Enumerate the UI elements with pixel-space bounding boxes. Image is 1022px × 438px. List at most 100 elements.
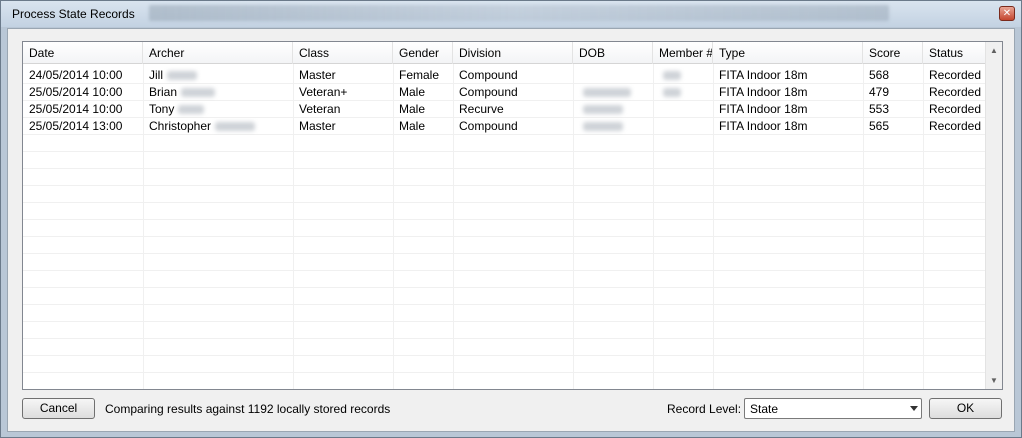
table-cell-division: Recurve (453, 101, 573, 118)
record-level-select[interactable]: State (744, 398, 922, 419)
table-cell-gender: Male (393, 84, 453, 101)
table-cell-division: Compound (453, 118, 573, 135)
table-header: Date Archer Class Gender Division DOB Member #… (23, 42, 987, 64)
column-header-division[interactable]: Division (453, 42, 573, 64)
record-level-value: State (750, 402, 779, 416)
table-cell-date: 24/05/2014 10:00 (23, 67, 143, 84)
column-header-member[interactable]: Member # (653, 42, 713, 64)
scroll-up-icon[interactable]: ▲ (986, 42, 1002, 59)
column-header-score[interactable]: Score (863, 42, 923, 64)
cell-archer: Christopher (149, 119, 212, 133)
redacted-dob (583, 122, 623, 132)
table-cell-status: Recorded (923, 67, 987, 84)
table-cell-type: FITA Indoor 18m (713, 101, 863, 118)
empty-row (23, 305, 987, 322)
table-cell-date: 25/05/2014 10:00 (23, 84, 143, 101)
table-cell-archer: Brian (143, 84, 293, 101)
table-cell-dob (573, 118, 653, 135)
cell-gender: Male (399, 119, 426, 133)
cell-status: Recorded (929, 85, 982, 99)
table-cell-archer: Christopher (143, 118, 293, 135)
column-header-status[interactable]: Status (923, 42, 987, 64)
cell-date: 25/05/2014 10:00 (29, 85, 123, 99)
table-cell-archer: Tony (143, 101, 293, 118)
table-cell-archer: Jill (143, 67, 293, 84)
table-row[interactable]: 25/05/2014 10:00 Tony Veteran Male Recurve FI… (23, 101, 987, 118)
empty-row (23, 288, 987, 305)
table-row[interactable]: 24/05/2014 10:00 Jill Master Female Compound… (23, 67, 987, 84)
table-cell-status: Recorded (923, 118, 987, 135)
table-cell-status: Recorded (923, 101, 987, 118)
process-state-records-window: Process State Records ✕ Date Archer Class G… (0, 0, 1022, 438)
table-cell-score: 553 (863, 101, 923, 118)
table-row[interactable]: 25/05/2014 10:00 Brian Veteran+ Male Compoun… (23, 84, 987, 101)
table-cell-date: 25/05/2014 13:00 (23, 118, 143, 135)
table-cell-member (653, 84, 713, 101)
table-cell-score: 568 (863, 67, 923, 84)
redacted-surname (178, 105, 205, 115)
column-header-class[interactable]: Class (293, 42, 393, 64)
table-cell-class: Veteran+ (293, 84, 393, 101)
records-table[interactable]: Date Archer Class Gender Division DOB Member #… (22, 41, 1003, 390)
cell-type: FITA Indoor 18m (719, 102, 808, 116)
table-cell-division: Compound (453, 84, 573, 101)
redacted-member (663, 71, 681, 81)
table-cell-dob (573, 67, 653, 84)
cell-class: Master (299, 119, 336, 133)
cell-class: Veteran (299, 102, 341, 116)
cell-division: Recurve (459, 102, 504, 116)
table-cell-score: 565 (863, 118, 923, 135)
cell-score: 565 (869, 119, 890, 133)
cell-status: Recorded (929, 102, 982, 116)
cell-archer: Brian (149, 85, 178, 99)
cell-archer: Jill (149, 68, 163, 82)
cell-date: 24/05/2014 10:00 (29, 68, 123, 82)
table-cell-division: Compound (453, 67, 573, 84)
cancel-button[interactable]: Cancel (22, 398, 95, 419)
column-header-type[interactable]: Type (713, 42, 863, 64)
redacted-surname (215, 122, 256, 132)
cell-score: 479 (869, 85, 890, 99)
cell-gender: Male (399, 85, 426, 99)
table-cell-status: Recorded (923, 84, 987, 101)
redacted-dob (583, 105, 623, 115)
dialog-client-area: Date Archer Class Gender Division DOB Member #… (7, 28, 1015, 432)
table-cell-class: Veteran (293, 101, 393, 118)
title-bar[interactable]: Process State Records ✕ (1, 1, 1021, 27)
table-row[interactable]: 25/05/2014 13:00 Christopher Master Male Com… (23, 118, 987, 135)
table-cell-type: FITA Indoor 18m (713, 118, 863, 135)
table-body: 24/05/2014 10:00 Jill Master Female Compound… (23, 67, 987, 373)
cell-status: Recorded (929, 119, 982, 133)
cell-class: Veteran+ (299, 85, 348, 99)
cell-date: 25/05/2014 13:00 (29, 119, 123, 133)
column-header-date[interactable]: Date (23, 42, 143, 64)
scroll-down-icon[interactable]: ▼ (986, 372, 1002, 389)
empty-row (23, 135, 987, 152)
empty-row (23, 322, 987, 339)
vertical-scrollbar[interactable]: ▲ ▼ (985, 42, 1002, 389)
table-cell-dob (573, 101, 653, 118)
cell-class: Master (299, 68, 336, 82)
close-button[interactable]: ✕ (999, 6, 1015, 21)
cell-score: 553 (869, 102, 890, 116)
column-header-dob[interactable]: DOB (573, 42, 653, 64)
table-cell-member (653, 101, 713, 118)
table-cell-class: Master (293, 67, 393, 84)
column-header-gender[interactable]: Gender (393, 42, 453, 64)
table-cell-dob (573, 84, 653, 101)
cell-status: Recorded (929, 68, 982, 82)
close-icon: ✕ (1002, 8, 1012, 19)
ok-button[interactable]: OK (929, 398, 1002, 419)
column-header-archer[interactable]: Archer (143, 42, 293, 64)
cell-gender: Male (399, 102, 426, 116)
empty-row (23, 356, 987, 373)
empty-row (23, 220, 987, 237)
table-cell-gender: Male (393, 118, 453, 135)
redacted-dob (583, 88, 631, 98)
empty-row (23, 203, 987, 220)
cell-type: FITA Indoor 18m (719, 85, 808, 99)
redacted-surname (167, 71, 197, 81)
cell-gender: Female (399, 68, 440, 82)
cell-date: 25/05/2014 10:00 (29, 102, 123, 116)
cell-division: Compound (459, 68, 518, 82)
